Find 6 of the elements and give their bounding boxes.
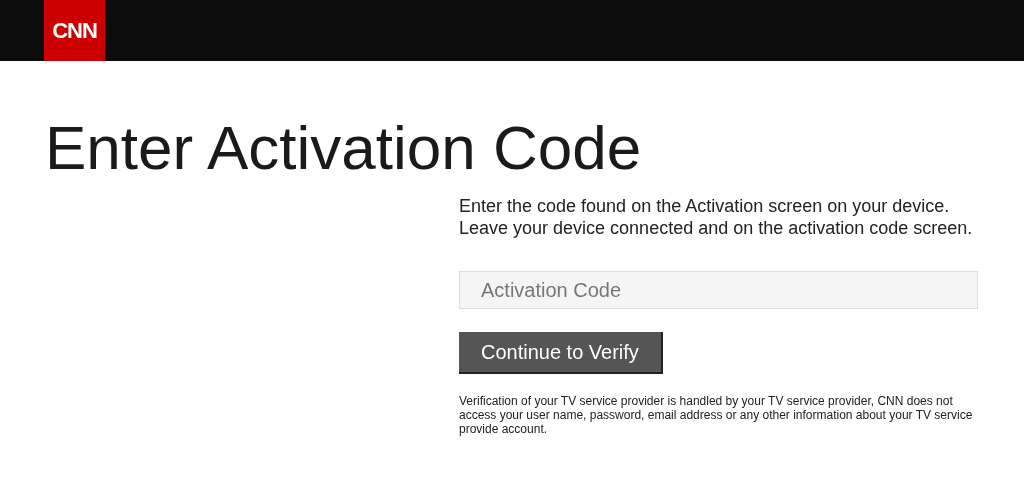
disclaimer-text: Verification of your TV service provider is handled by your TV service provider, CNN does not access your user name, password, email address or any other information about your TV service provide account. <box>459 394 974 437</box>
instructions-text: Enter the code found on the Activation screen on your device. Leave your device connected and on the activation code screen. <box>459 195 974 240</box>
logo[interactable]: CNN <box>44 0 105 61</box>
page-title: Enter Activation Code <box>45 112 643 184</box>
continue-button[interactable]: Continue to Verify <box>459 332 663 375</box>
activation-code-field[interactable]: Activation Code <box>459 271 978 310</box>
